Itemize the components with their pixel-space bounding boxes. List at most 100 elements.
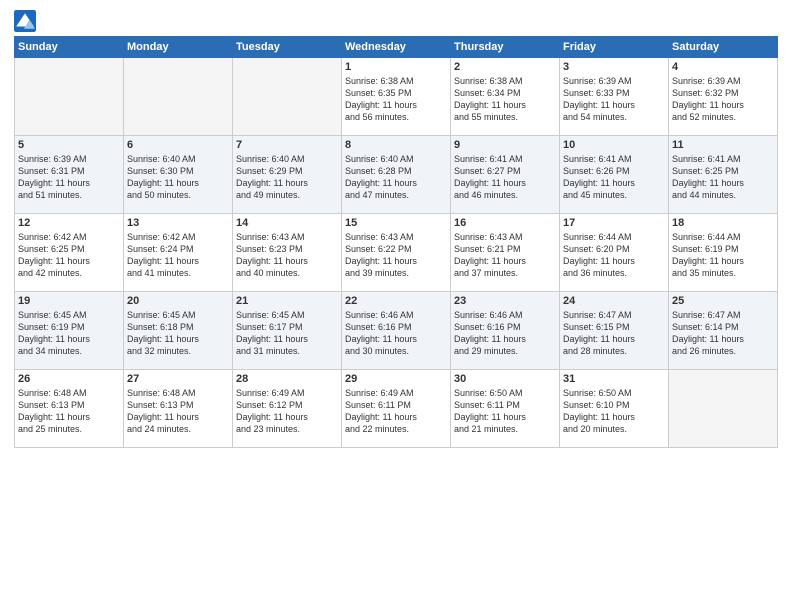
cell-content: Sunrise: 6:45 AM Sunset: 6:19 PM Dayligh… — [18, 309, 120, 358]
calendar-cell: 31 Sunrise: 6:50 AM Sunset: 6:10 PM Dayli… — [560, 370, 669, 448]
week-row-3: 12 Sunrise: 6:42 AM Sunset: 6:25 PM Dayli… — [15, 214, 778, 292]
day-number: 31 — [563, 373, 665, 385]
cell-content: Sunrise: 6:41 AM Sunset: 6:26 PM Dayligh… — [563, 153, 665, 202]
calendar-cell: 21Sunrise: 6:45 AM Sunset: 6:17 PM Dayli… — [233, 292, 342, 370]
cell-content: Sunrise: 6:49 AM Sunset: 6:11 PM Dayligh… — [345, 387, 447, 436]
col-header-friday: Friday — [560, 37, 669, 58]
calendar-cell: 3 Sunrise: 6:39 AM Sunset: 6:33 PM Daylig… — [560, 58, 669, 136]
day-number: 28 — [236, 373, 338, 385]
header — [14, 10, 778, 32]
calendar-cell: 25Sunrise: 6:47 AM Sunset: 6:14 PM Dayli… — [669, 292, 778, 370]
calendar-cell: 24 Sunrise: 6:47 AM Sunset: 6:15 PM Dayli… — [560, 292, 669, 370]
calendar-cell: 19Sunrise: 6:45 AM Sunset: 6:19 PM Dayli… — [15, 292, 124, 370]
day-number: 5 — [18, 139, 120, 151]
calendar-cell: 20 Sunrise: 6:45 AM Sunset: 6:18 PM Dayli… — [124, 292, 233, 370]
day-number: 15 — [345, 217, 447, 229]
day-number: 25 — [672, 295, 774, 307]
day-number: 26 — [18, 373, 120, 385]
col-header-wednesday: Wednesday — [342, 37, 451, 58]
col-header-monday: Monday — [124, 37, 233, 58]
cell-content: Sunrise: 6:40 AM Sunset: 6:28 PM Dayligh… — [345, 153, 447, 202]
day-number: 23 — [454, 295, 556, 307]
day-number: 11 — [672, 139, 774, 151]
calendar-cell: 15Sunrise: 6:43 AM Sunset: 6:22 PM Dayli… — [342, 214, 451, 292]
cell-content: Sunrise: 6:39 AM Sunset: 6:33 PM Dayligh… — [563, 75, 665, 124]
calendar-cell: 1 Sunrise: 6:38 AM Sunset: 6:35 PM Daylig… — [342, 58, 451, 136]
week-row-5: 26 Sunrise: 6:48 AM Sunset: 6:13 PM Dayli… — [15, 370, 778, 448]
cell-content: Sunrise: 6:49 AM Sunset: 6:12 PM Dayligh… — [236, 387, 338, 436]
calendar-cell: 13Sunrise: 6:42 AM Sunset: 6:24 PM Dayli… — [124, 214, 233, 292]
cell-content: Sunrise: 6:42 AM Sunset: 6:25 PM Dayligh… — [18, 231, 120, 280]
calendar-cell: 30 Sunrise: 6:50 AM Sunset: 6:11 PM Dayli… — [451, 370, 560, 448]
day-number: 17 — [563, 217, 665, 229]
calendar-table: SundayMondayTuesdayWednesdayThursdayFrid… — [14, 36, 778, 448]
day-number: 24 — [563, 295, 665, 307]
col-header-thursday: Thursday — [451, 37, 560, 58]
cell-content: Sunrise: 6:43 AM Sunset: 6:23 PM Dayligh… — [236, 231, 338, 280]
cell-content: Sunrise: 6:45 AM Sunset: 6:18 PM Dayligh… — [127, 309, 229, 358]
calendar-cell: 23 Sunrise: 6:46 AM Sunset: 6:16 PM Dayli… — [451, 292, 560, 370]
calendar-cell — [233, 58, 342, 136]
calendar-cell: 22 Sunrise: 6:46 AM Sunset: 6:16 PM Dayli… — [342, 292, 451, 370]
calendar-cell: 9 Sunrise: 6:41 AM Sunset: 6:27 PM Daylig… — [451, 136, 560, 214]
cell-content: Sunrise: 6:45 AM Sunset: 6:17 PM Dayligh… — [236, 309, 338, 358]
day-number: 7 — [236, 139, 338, 151]
day-number: 27 — [127, 373, 229, 385]
col-header-tuesday: Tuesday — [233, 37, 342, 58]
col-header-sunday: Sunday — [15, 37, 124, 58]
week-row-2: 5 Sunrise: 6:39 AM Sunset: 6:31 PM Daylig… — [15, 136, 778, 214]
calendar-cell: 29 Sunrise: 6:49 AM Sunset: 6:11 PM Dayli… — [342, 370, 451, 448]
cell-content: Sunrise: 6:39 AM Sunset: 6:32 PM Dayligh… — [672, 75, 774, 124]
day-number: 20 — [127, 295, 229, 307]
logo-icon — [14, 10, 36, 32]
cell-content: Sunrise: 6:38 AM Sunset: 6:35 PM Dayligh… — [345, 75, 447, 124]
cell-content: Sunrise: 6:50 AM Sunset: 6:11 PM Dayligh… — [454, 387, 556, 436]
calendar-cell: 26 Sunrise: 6:48 AM Sunset: 6:13 PM Dayli… — [15, 370, 124, 448]
cell-content: Sunrise: 6:46 AM Sunset: 6:16 PM Dayligh… — [454, 309, 556, 358]
cell-content: Sunrise: 6:38 AM Sunset: 6:34 PM Dayligh… — [454, 75, 556, 124]
day-number: 12 — [18, 217, 120, 229]
day-number: 29 — [345, 373, 447, 385]
calendar-cell: 14 Sunrise: 6:43 AM Sunset: 6:23 PM Dayli… — [233, 214, 342, 292]
week-row-4: 19Sunrise: 6:45 AM Sunset: 6:19 PM Dayli… — [15, 292, 778, 370]
day-number: 1 — [345, 61, 447, 73]
cell-content: Sunrise: 6:47 AM Sunset: 6:15 PM Dayligh… — [563, 309, 665, 358]
cell-content: Sunrise: 6:41 AM Sunset: 6:27 PM Dayligh… — [454, 153, 556, 202]
day-number: 4 — [672, 61, 774, 73]
page: SundayMondayTuesdayWednesdayThursdayFrid… — [0, 0, 792, 612]
day-number: 22 — [345, 295, 447, 307]
cell-content: Sunrise: 6:44 AM Sunset: 6:19 PM Dayligh… — [672, 231, 774, 280]
cell-content: Sunrise: 6:41 AM Sunset: 6:25 PM Dayligh… — [672, 153, 774, 202]
cell-content: Sunrise: 6:43 AM Sunset: 6:21 PM Dayligh… — [454, 231, 556, 280]
day-number: 2 — [454, 61, 556, 73]
col-header-saturday: Saturday — [669, 37, 778, 58]
day-number: 18 — [672, 217, 774, 229]
day-number: 6 — [127, 139, 229, 151]
day-number: 3 — [563, 61, 665, 73]
day-number: 13 — [127, 217, 229, 229]
day-number: 30 — [454, 373, 556, 385]
calendar-cell — [15, 58, 124, 136]
calendar-cell — [124, 58, 233, 136]
cell-content: Sunrise: 6:44 AM Sunset: 6:20 PM Dayligh… — [563, 231, 665, 280]
day-number: 14 — [236, 217, 338, 229]
calendar-cell: 12 Sunrise: 6:42 AM Sunset: 6:25 PM Dayli… — [15, 214, 124, 292]
calendar-cell: 27Sunrise: 6:48 AM Sunset: 6:13 PM Dayli… — [124, 370, 233, 448]
day-number: 8 — [345, 139, 447, 151]
cell-content: Sunrise: 6:40 AM Sunset: 6:29 PM Dayligh… — [236, 153, 338, 202]
logo — [14, 10, 38, 32]
cell-content: Sunrise: 6:39 AM Sunset: 6:31 PM Dayligh… — [18, 153, 120, 202]
calendar-cell: 16Sunrise: 6:43 AM Sunset: 6:21 PM Dayli… — [451, 214, 560, 292]
calendar-cell: 28 Sunrise: 6:49 AM Sunset: 6:12 PM Dayli… — [233, 370, 342, 448]
calendar-cell: 2 Sunrise: 6:38 AM Sunset: 6:34 PM Daylig… — [451, 58, 560, 136]
calendar-cell: 11 Sunrise: 6:41 AM Sunset: 6:25 PM Dayli… — [669, 136, 778, 214]
calendar-cell: 5 Sunrise: 6:39 AM Sunset: 6:31 PM Daylig… — [15, 136, 124, 214]
day-number: 10 — [563, 139, 665, 151]
cell-content: Sunrise: 6:50 AM Sunset: 6:10 PM Dayligh… — [563, 387, 665, 436]
calendar-cell: 10 Sunrise: 6:41 AM Sunset: 6:26 PM Dayli… — [560, 136, 669, 214]
day-number: 9 — [454, 139, 556, 151]
calendar-cell: 8 Sunrise: 6:40 AM Sunset: 6:28 PM Daylig… — [342, 136, 451, 214]
cell-content: Sunrise: 6:48 AM Sunset: 6:13 PM Dayligh… — [18, 387, 120, 436]
cell-content: Sunrise: 6:46 AM Sunset: 6:16 PM Dayligh… — [345, 309, 447, 358]
calendar-cell: 17 Sunrise: 6:44 AM Sunset: 6:20 PM Dayli… — [560, 214, 669, 292]
